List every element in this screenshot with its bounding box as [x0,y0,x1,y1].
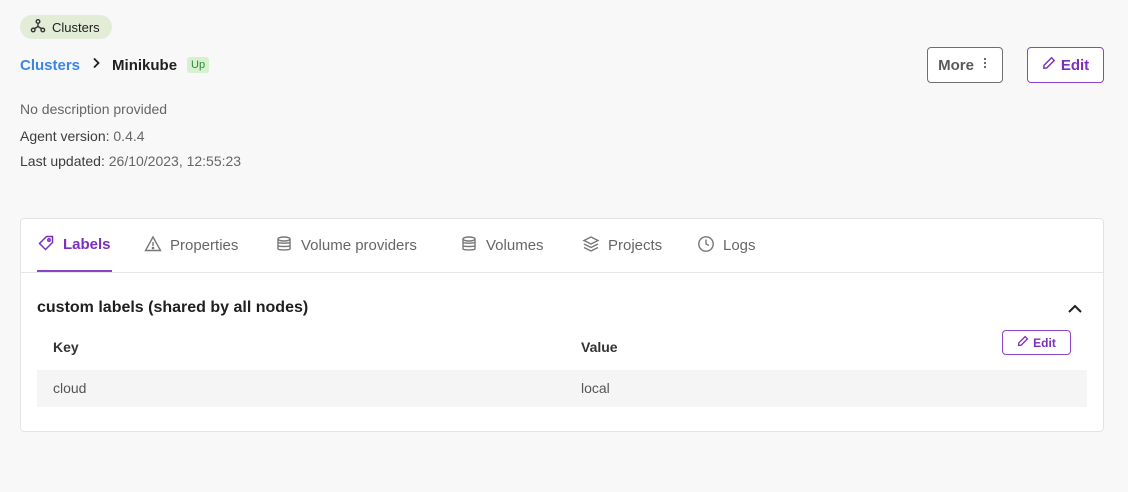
agent-version-label: Agent version: [20,128,110,144]
tab-properties-label: Properties [170,237,239,254]
breadcrumb: Clusters Minikube Up [20,55,210,75]
tab-volume-providers[interactable]: Volume providers [275,219,417,272]
tab-logs[interactable]: Logs [697,219,756,272]
agent-version: Agent version: 0.4.4 [20,128,145,144]
label-value: local [581,380,610,396]
tab-bar: Labels Properties Volume providers Volum… [21,219,1103,273]
tab-volumes[interactable]: Volumes [460,219,544,272]
database-icon [460,235,478,257]
more-button-label: More [938,56,974,74]
clock-icon [697,235,715,257]
cluster-icon [30,18,46,37]
kebab-icon [978,56,992,74]
tab-projects[interactable]: Projects [582,219,662,272]
collapse-button[interactable] [1065,299,1085,319]
edit-labels-button-label: Edit [1033,335,1056,350]
pencil-icon [1042,56,1056,74]
page-title: Minikube [112,56,178,74]
cluster-details-panel: Labels Properties Volume providers Volum… [20,218,1104,432]
column-header-value: Value [581,339,618,355]
tab-volume-providers-label: Volume providers [301,237,417,254]
tab-volumes-label: Volumes [486,237,544,254]
edit-labels-button[interactable]: Edit [1002,330,1071,355]
tag-icon [37,234,55,256]
status-badge: Up [187,57,210,73]
label-key: cloud [53,380,87,396]
last-updated-value: 26/10/2023, 12:55:23 [108,153,242,169]
tab-logs-label: Logs [723,237,756,254]
edit-button-label: Edit [1060,56,1090,74]
chevron-right-icon [86,55,106,75]
tab-labels-label: Labels [63,236,111,253]
chip-label: Clusters [52,19,100,35]
database-icon [275,235,293,257]
labels-table-header: Key Value [37,331,1087,371]
tab-projects-label: Projects [608,237,663,254]
clusters-chip[interactable]: Clusters [20,15,112,39]
more-button[interactable]: More [927,47,1003,83]
tab-properties[interactable]: Properties [144,219,238,272]
edit-button[interactable]: Edit [1027,47,1104,83]
layers-icon [582,235,600,257]
agent-version-value: 0.4.4 [113,128,145,144]
last-updated-label: Last updated: [20,153,105,169]
chevron-up-icon [1065,304,1085,323]
column-header-key: Key [53,339,79,355]
breadcrumb-clusters-link[interactable]: Clusters [20,57,80,74]
warning-icon [144,235,162,257]
labels-section-title: custom labels (shared by all nodes) [37,299,309,316]
table-row: cloud local [37,370,1087,407]
last-updated: Last updated: 26/10/2023, 12:55:23 [20,153,241,169]
tab-labels[interactable]: Labels [37,219,112,272]
pencil-icon [1017,335,1029,350]
cluster-description: No description provided [20,101,168,117]
